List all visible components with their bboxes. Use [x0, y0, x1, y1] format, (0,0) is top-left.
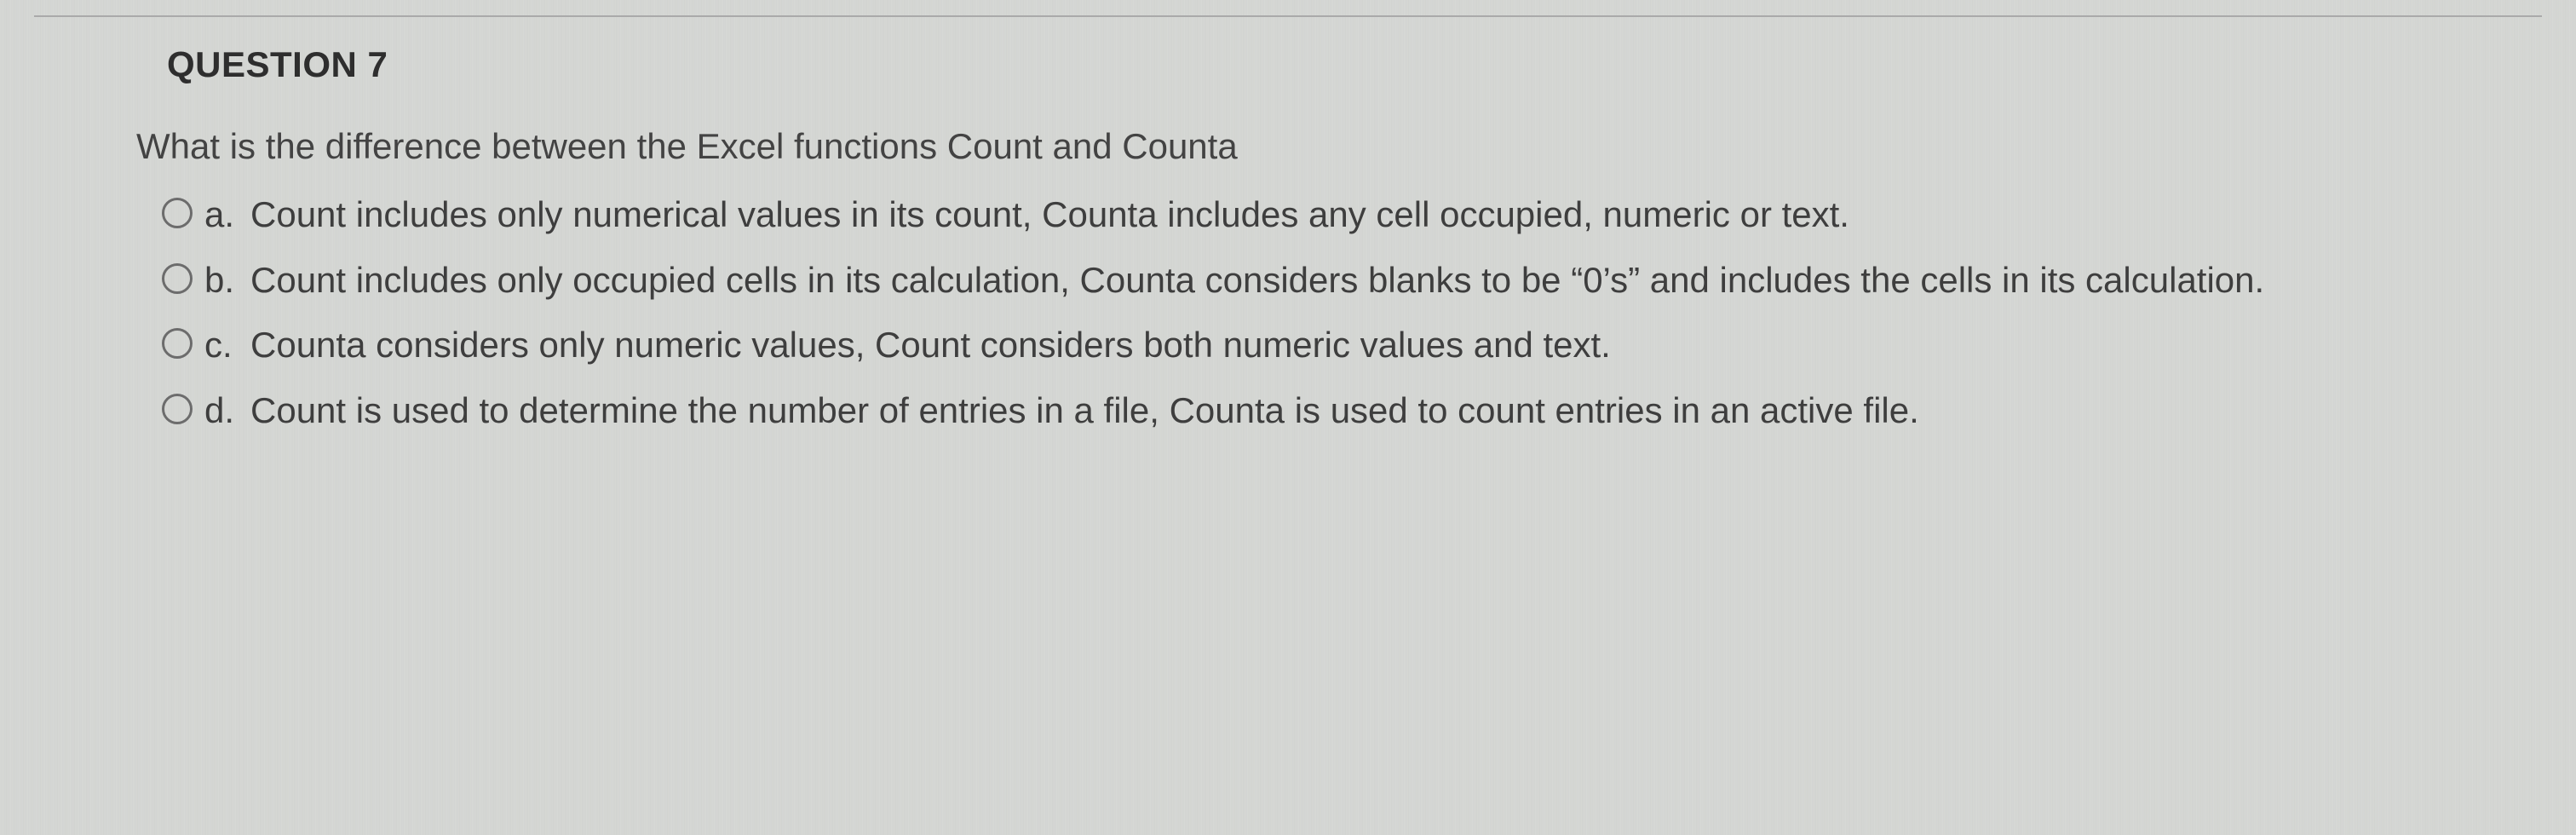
question-prompt: What is the difference between the Excel… — [136, 126, 2440, 167]
option-letter: b. — [204, 258, 242, 303]
option-text: Count is used to determine the number of… — [250, 389, 1919, 434]
question-card: QUESTION 7 What is the difference betwee… — [34, 15, 2542, 487]
option-a[interactable]: a. Count includes only numerical values … — [162, 193, 2440, 238]
option-label: b. Count includes only occupied cells in… — [204, 258, 2264, 303]
option-text: Count includes only numerical values in … — [250, 193, 1849, 238]
option-text: Count includes only occupied cells in it… — [250, 258, 2264, 303]
question-header: QUESTION 7 — [167, 44, 2440, 85]
option-label: a. Count includes only numerical values … — [204, 193, 1849, 238]
option-text: Counta considers only numeric values, Co… — [250, 323, 1611, 368]
option-d[interactable]: d. Count is used to determine the number… — [162, 389, 2440, 434]
radio-icon[interactable] — [162, 198, 193, 228]
option-label: c. Counta considers only numeric values,… — [204, 323, 1611, 368]
radio-icon[interactable] — [162, 263, 193, 294]
option-label: d. Count is used to determine the number… — [204, 389, 1919, 434]
options-list: a. Count includes only numerical values … — [162, 193, 2440, 433]
radio-icon[interactable] — [162, 394, 193, 424]
option-b[interactable]: b. Count includes only occupied cells in… — [162, 258, 2440, 303]
option-c[interactable]: c. Counta considers only numeric values,… — [162, 323, 2440, 368]
option-letter: d. — [204, 389, 242, 434]
radio-icon[interactable] — [162, 328, 193, 359]
option-letter: a. — [204, 193, 242, 238]
option-letter: c. — [204, 323, 242, 368]
